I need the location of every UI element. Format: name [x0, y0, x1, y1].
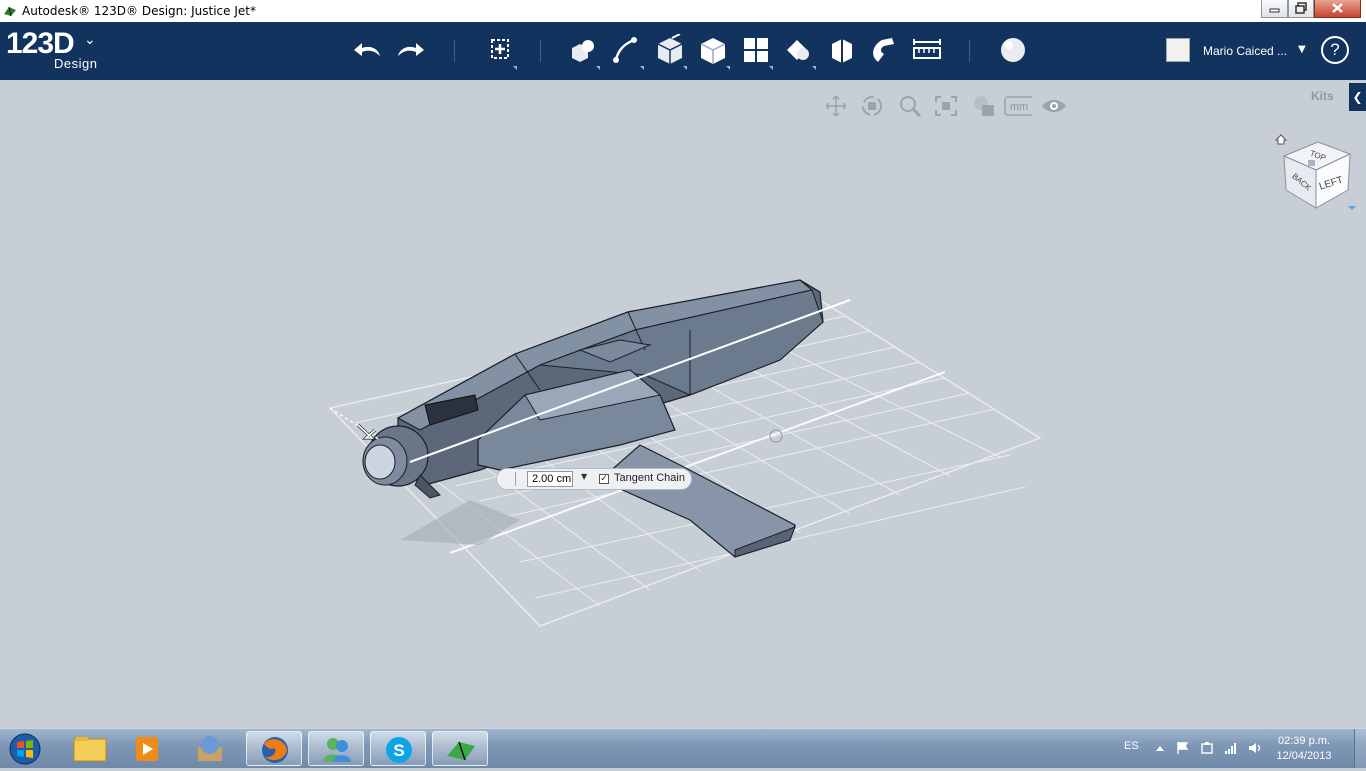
- user-name[interactable]: Mario Caiced ...: [1203, 44, 1287, 58]
- taskbar-windows-explorer[interactable]: [62, 731, 118, 766]
- folder-icon: [73, 737, 107, 762]
- main-toolbar: 123D ⌄ Design Mario Caiced ... ▼ ?: [0, 22, 1366, 80]
- material-icon[interactable]: [997, 34, 1029, 66]
- minimize-button[interactable]: [1261, 0, 1288, 18]
- title-bar: Autodesk® 123D® Design: Justice Jet*: [0, 0, 1366, 23]
- extrude-panel: 2.00 cm ▼ ✓ Tangent Chain: [496, 468, 692, 490]
- modify-icon[interactable]: [697, 34, 729, 66]
- toolbar-divider: [540, 40, 541, 62]
- firefox-icon: [262, 737, 288, 763]
- units-icon[interactable]: mm: [1004, 94, 1032, 118]
- dropdown-indicator-icon: [640, 66, 644, 70]
- redo-icon[interactable]: [394, 34, 426, 66]
- taskbar-skype[interactable]: S: [370, 731, 426, 766]
- minimize-icon: [1269, 8, 1280, 13]
- show-hidden-icons-icon[interactable]: [1153, 741, 1167, 755]
- close-icon: [1332, 3, 1343, 13]
- orbit-icon[interactable]: [858, 94, 886, 118]
- dropdown-indicator-icon: [683, 66, 687, 70]
- taskbar-firefox[interactable]: [246, 731, 302, 766]
- tray-time: 02:39 p.m.: [1278, 735, 1330, 747]
- tangent-chain-label: Tangent Chain: [614, 472, 685, 484]
- user-menu-chevron-icon[interactable]: ▼: [1298, 44, 1306, 55]
- help-button[interactable]: ?: [1321, 36, 1349, 64]
- view-cube-menu-icon: [1348, 206, 1356, 210]
- app-icon: [198, 736, 222, 761]
- undo-icon[interactable]: [352, 34, 384, 66]
- 3d-viewport[interactable]: mm Kits ❮ TOP BACK LEFT 2.00 cm ▼ ✓ Tang…: [0, 80, 1366, 728]
- app-menu-chevron-icon[interactable]: ⌄: [84, 32, 96, 48]
- app-icon: [4, 6, 16, 17]
- media-player-icon: [136, 737, 158, 761]
- panel-grip[interactable]: [515, 472, 516, 486]
- visibility-icon[interactable]: [1040, 94, 1068, 118]
- volume-icon[interactable]: [1248, 741, 1262, 755]
- toolbar-divider: [454, 40, 455, 62]
- taskbar-messenger[interactable]: [308, 731, 364, 766]
- combine-icon[interactable]: [826, 34, 858, 66]
- snap-icon[interactable]: [868, 34, 900, 66]
- model-shadow: [400, 500, 520, 545]
- messenger-icon: [323, 738, 351, 762]
- toolbar-divider: [969, 40, 970, 62]
- kits-label[interactable]: Kits: [1311, 89, 1334, 103]
- dropdown-indicator-icon: [769, 66, 773, 70]
- dropdown-indicator-icon: [726, 66, 730, 70]
- taskbar: S ES 02:39 p.m. 12/04/2013: [0, 728, 1366, 768]
- axis-guide: [329, 407, 381, 441]
- taskbar-media-player[interactable]: [120, 731, 176, 766]
- home-icon: [1274, 134, 1288, 145]
- pan-icon[interactable]: [822, 94, 850, 118]
- app-logo-sub: Design: [54, 56, 98, 71]
- restore-icon: [1295, 2, 1307, 14]
- measure-icon[interactable]: [911, 34, 943, 66]
- sketch-icon[interactable]: [610, 34, 642, 66]
- dropdown-indicator-icon: [812, 66, 816, 70]
- action-center-flag-icon[interactable]: [1176, 741, 1190, 755]
- view-cube[interactable]: TOP BACK LEFT: [1270, 128, 1360, 220]
- svg-text:S: S: [393, 741, 404, 760]
- tray-language[interactable]: ES: [1124, 740, 1139, 752]
- model-scene[interactable]: [0, 80, 1366, 728]
- close-button[interactable]: [1314, 0, 1361, 18]
- tangent-chain-checkbox[interactable]: ✓: [599, 474, 609, 484]
- pattern-icon[interactable]: [740, 34, 772, 66]
- network-icon[interactable]: [1224, 741, 1238, 755]
- zoom-icon[interactable]: [896, 94, 924, 118]
- view-mode-icon[interactable]: [970, 94, 998, 118]
- tray-date: 12/04/2013: [1276, 750, 1332, 762]
- dropdown-indicator-icon: [596, 66, 600, 70]
- taskbar-app-3[interactable]: [182, 731, 238, 766]
- show-desktop-button[interactable]: [1354, 729, 1366, 768]
- 123d-design-icon: [447, 741, 475, 761]
- avatar[interactable]: [1166, 38, 1190, 62]
- start-button[interactable]: [6, 732, 44, 766]
- dropdown-indicator-icon: [513, 66, 517, 70]
- extrude-dropdown-icon[interactable]: ▼: [581, 472, 587, 481]
- construct-icon[interactable]: [654, 34, 686, 66]
- units-label: mm: [1010, 101, 1028, 113]
- chevron-left-icon: ❮: [1352, 90, 1363, 104]
- maximize-button[interactable]: [1288, 0, 1314, 18]
- taskbar-123d-design[interactable]: [432, 731, 488, 766]
- kits-panel-toggle[interactable]: ❮: [1349, 83, 1366, 111]
- jet-model: [362, 279, 824, 558]
- fit-icon[interactable]: [932, 94, 960, 118]
- device-icon[interactable]: [1200, 741, 1214, 755]
- grouping-icon[interactable]: [783, 34, 815, 66]
- skype-icon: S: [386, 737, 412, 763]
- transform-icon[interactable]: [484, 34, 516, 66]
- extrude-distance-input[interactable]: 2.00 cm: [527, 471, 573, 487]
- tray-clock[interactable]: 02:39 p.m. 12/04/2013: [1270, 734, 1338, 764]
- window-title: Autodesk® 123D® Design: Justice Jet*: [22, 4, 256, 18]
- primitives-icon[interactable]: [566, 34, 598, 66]
